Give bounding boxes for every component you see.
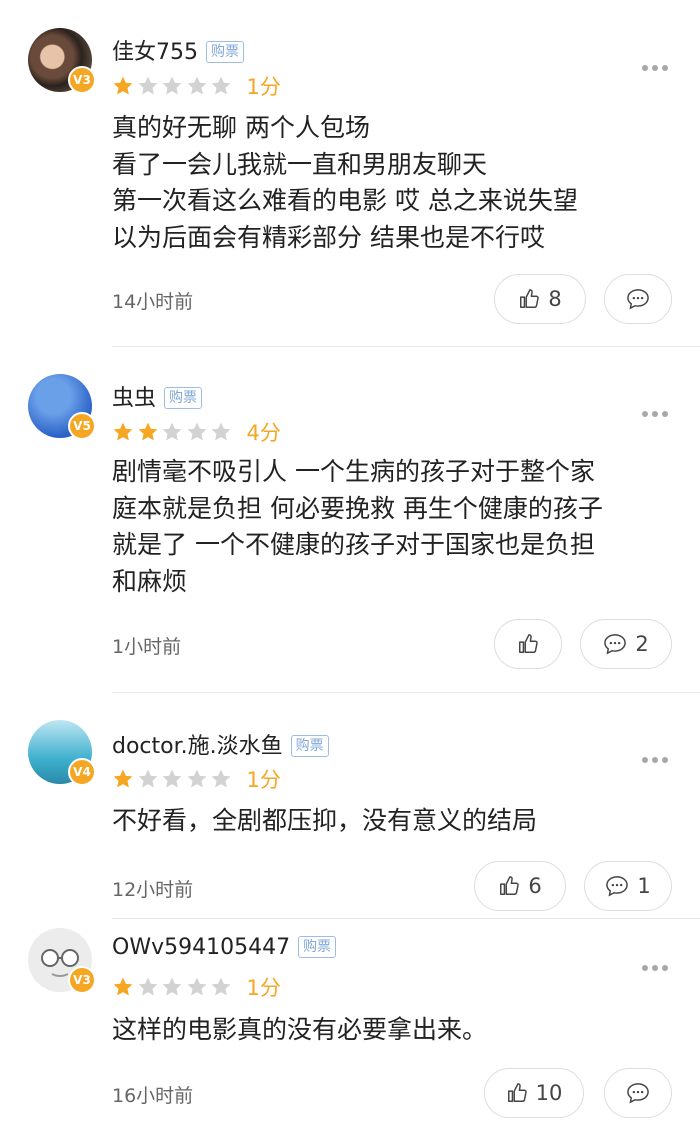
review-content: 真的好无聊 两个人包场 看了一会儿我就一直和男朋友聊天 第一次看这么难看的电影 … [112,110,670,256]
star-icon [187,769,206,788]
score-label: 1分 [246,976,281,1000]
like-count: 10 [535,1081,563,1105]
star-icon [162,76,182,95]
score-label: 1分 [246,768,281,792]
username[interactable]: 虫虫 [112,386,156,411]
username[interactable]: doctor.施.淡水鱼 [112,734,283,759]
thumbs-up-icon [517,633,539,655]
content-line: 剧情毫不吸引人 一个生病的孩子对于整个家 [112,457,595,486]
star-icon [113,769,133,788]
comment-bubble-icon [626,288,650,310]
comment-button[interactable] [604,274,672,324]
username-row: 虫虫 购票 [112,380,203,412]
comment-button[interactable]: 2 [580,619,672,669]
star-icon [211,422,231,441]
comment-count: 2 [635,632,649,656]
username-row: doctor.施.淡水鱼 购票 [112,728,329,760]
star-icon [113,422,133,441]
star-icon [211,977,231,996]
avatar[interactable]: V4 [28,720,96,786]
ticket-tag: 购票 [298,936,337,958]
content-line: 第一次看这么难看的电影 哎 总之来说失望 [112,186,578,215]
avatar[interactable]: V5 [28,374,96,440]
more-dots-icon[interactable] [642,956,674,971]
star-icon [162,977,182,996]
comment-button[interactable] [604,1068,672,1118]
level-badge: V3 [68,966,96,994]
like-button[interactable]: 8 [494,274,586,324]
timestamp: 1小时前 [112,636,182,658]
timestamp: 14小时前 [112,291,194,313]
comment-button[interactable]: 1 [584,861,672,911]
like-count: 8 [548,287,562,311]
divider [112,346,700,347]
comment-bubble-icon [605,875,629,897]
score-label: 1分 [246,75,281,99]
review-content: 这样的电影真的没有必要拿出来。 [112,1012,670,1049]
timestamp: 12小时前 [112,879,194,901]
like-button[interactable] [494,619,562,669]
star-icon [211,769,231,788]
avatar[interactable]: V3 [28,928,96,994]
star-icon [187,76,206,95]
star-rating: 1分 [112,764,281,792]
divider [112,918,700,919]
thumbs-up-icon [506,1082,528,1104]
username[interactable]: 佳女755 [112,40,198,65]
level-badge: V4 [68,758,96,786]
star-icon [138,977,157,996]
star-icon [187,422,206,441]
star-icon [138,422,157,441]
timestamp: 16小时前 [112,1085,194,1107]
star-rating: 1分 [112,972,281,1000]
username[interactable]: OWv594105447 [112,935,290,960]
star-icon [113,977,133,996]
level-badge: V5 [68,412,96,440]
star-rating: 1分 [112,71,281,99]
like-button[interactable]: 10 [484,1068,584,1118]
more-dots-icon[interactable] [642,748,674,763]
content-line: 庭本就是负担 何必要挽救 再生个健康的孩子 [112,493,603,523]
star-rating: 4分 [112,417,281,445]
username-row: 佳女755 购票 [112,34,244,66]
star-icon [187,977,206,996]
score-label: 4分 [246,421,281,445]
thumbs-up-icon [518,288,540,310]
content-line: 以为后面会有精彩部分 结果也是不行哎 [112,222,545,252]
username-row: OWv594105447 购票 [112,935,337,960]
more-dots-icon[interactable] [642,402,674,417]
content-line: 真的好无聊 两个人包场 [112,113,370,142]
ticket-tag: 购票 [206,41,244,63]
content-line: 就是了 一个不健康的孩子对于国家也是负担 [112,530,595,559]
like-button[interactable]: 6 [474,861,566,911]
ticket-tag: 购票 [290,735,329,757]
ticket-tag: 购票 [164,387,203,409]
content-line: 这样的电影真的没有必要拿出来。 [112,1015,488,1044]
divider [112,692,700,693]
avatar[interactable]: V3 [28,28,96,94]
star-icon [138,769,157,788]
comment-bubble-icon [626,1082,650,1104]
star-icon [162,769,182,788]
content-line: 和麻烦 [112,566,188,596]
level-badge: V3 [68,66,96,94]
star-icon [211,76,231,95]
star-icon [162,422,182,441]
content-line: 不好看，全剧都压抑，没有意义的结局 [112,806,538,835]
content-line: 看了一会儿我就一直和男朋友聊天 [112,149,488,179]
star-icon [113,76,133,95]
more-dots-icon[interactable] [642,56,674,71]
star-icon [138,76,157,95]
like-count: 6 [528,874,542,898]
review-content: 剧情毫不吸引人 一个生病的孩子对于整个家 庭本就是负担 何必要挽救 再生个健康的… [112,454,670,600]
review-content: 不好看，全剧都压抑，没有意义的结局 [112,803,670,840]
comment-count: 1 [637,874,651,898]
comment-bubble-icon [603,633,627,655]
thumbs-up-icon [498,875,520,897]
